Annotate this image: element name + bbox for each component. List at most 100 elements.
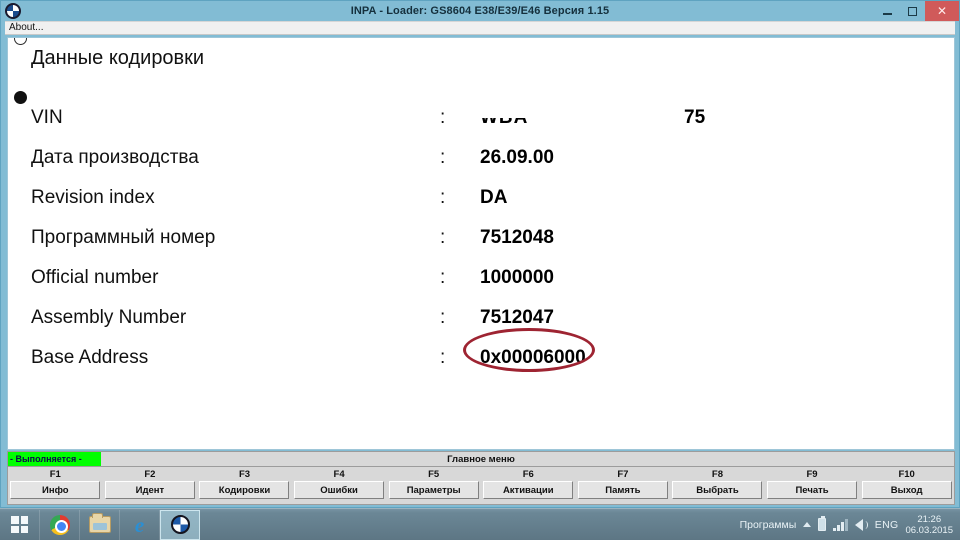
row-value: DA	[480, 187, 508, 208]
clock-time: 21:26	[917, 513, 942, 525]
fkey-label: F6	[522, 469, 534, 480]
bmw-roundel-icon	[170, 515, 190, 534]
fkey-cell-f2: F2 Идент	[103, 467, 198, 504]
maximize-icon	[908, 6, 917, 16]
fkey-label: F8	[711, 469, 723, 480]
fkey-cell-f3: F3 Кодировки	[197, 467, 292, 504]
menu-bar: About...	[5, 21, 955, 35]
fkey-button-memory[interactable]: Память	[577, 481, 668, 499]
coding-data-rows: VIN : WBA 75 Дата производства : 26.09.0…	[8, 98, 954, 378]
minimize-icon	[883, 12, 892, 15]
fkey-label: F2	[144, 469, 156, 480]
coding-data-panel: Данные кодировки VIN : WBA 75 Дата произ…	[7, 37, 955, 450]
function-key-bar: F1 Инфо F2 Идент F3 Кодировки F4 Ошибки …	[7, 467, 955, 505]
row-value-highlighted: 7512047	[480, 307, 554, 328]
row-label: Дата производства	[31, 147, 199, 168]
fkey-label: F9	[806, 469, 818, 480]
maximize-button[interactable]	[900, 1, 925, 21]
row-value-tail: 75	[684, 107, 706, 128]
battery-icon[interactable]	[818, 516, 827, 531]
fkey-label: F7	[617, 469, 629, 480]
status-menu-title: Главное меню	[447, 453, 515, 465]
row-label: Official number	[31, 267, 159, 288]
taskbar-ie[interactable]: e	[120, 509, 160, 540]
table-row: Дата производства : 26.09.00	[8, 138, 954, 178]
chrome-icon	[49, 514, 70, 535]
row-separator: :	[440, 307, 446, 328]
fkey-cell-f5: F5 Параметры	[386, 467, 481, 504]
fkey-label: F10	[898, 469, 915, 480]
chevron-up-icon[interactable]	[803, 522, 812, 527]
row-separator: :	[440, 267, 446, 288]
language-indicator[interactable]: ENG	[875, 519, 899, 531]
internet-explorer-icon: e	[134, 512, 145, 537]
window-controls: ✕	[875, 1, 959, 21]
radio-indicator-unselected[interactable]	[14, 38, 27, 45]
windows-logo-icon	[11, 516, 28, 533]
row-label: Base Address	[31, 347, 149, 368]
table-row: Программный номер : 7512048	[8, 218, 954, 258]
bmw-roundel-icon	[5, 3, 21, 19]
fkey-cell-f6: F6 Активации	[481, 467, 576, 504]
row-separator: :	[440, 227, 446, 248]
minimize-button[interactable]	[875, 1, 900, 21]
menu-item-about[interactable]: About...	[5, 22, 47, 34]
vin-value-wrapper: WBA 75	[480, 107, 740, 129]
table-row: Base Address : 0x00006000	[8, 338, 954, 378]
window-title: INPA - Loader: GS8604 E38/E39/E46 Версия…	[350, 5, 610, 17]
fkey-button-coding[interactable]: Кодировки	[199, 481, 290, 499]
fkey-cell-f4: F4 Ошибки	[292, 467, 387, 504]
table-row: Revision index : DA	[8, 178, 954, 218]
fkey-button-print[interactable]: Печать	[767, 481, 858, 499]
inpa-window: INPA - Loader: GS8604 E38/E39/E46 Версия…	[0, 0, 960, 508]
row-separator: :	[440, 347, 446, 368]
taskbar-inpa[interactable]	[160, 509, 200, 540]
fkey-label: F1	[49, 469, 61, 480]
row-value: WBA	[480, 107, 529, 128]
fkey-cell-f9: F9 Печать	[765, 467, 860, 504]
fkey-cell-f1: F1 Инфо	[8, 467, 103, 504]
taskbar: e Программы ENG 21:26 06.03.2015	[0, 508, 960, 540]
clock-date: 06.03.2015	[905, 524, 953, 536]
table-row-assembly-number: Assembly Number : 7512047	[8, 298, 954, 338]
fkey-button-info[interactable]: Инфо	[10, 481, 101, 499]
fkey-button-parameters[interactable]: Параметры	[388, 481, 479, 499]
row-value: 26.09.00	[480, 147, 554, 168]
fkey-button-activations[interactable]: Активации	[483, 481, 574, 499]
window-titlebar[interactable]: INPA - Loader: GS8604 E38/E39/E46 Версия…	[1, 1, 959, 21]
row-separator: :	[440, 187, 446, 208]
tray-programs-label[interactable]: Программы	[740, 519, 797, 531]
row-separator: :	[440, 107, 446, 128]
fkey-button-errors[interactable]: Ошибки	[294, 481, 385, 499]
row-value: 0x00006000	[480, 347, 586, 368]
row-separator: :	[440, 147, 446, 168]
fkey-button-select[interactable]: Выбрать	[672, 481, 763, 499]
row-label: VIN	[31, 107, 63, 128]
page-title: Данные кодировки	[31, 47, 205, 69]
taskbar-chrome[interactable]	[40, 509, 80, 540]
folder-icon	[88, 513, 111, 533]
taskbar-explorer[interactable]	[80, 509, 120, 540]
close-button[interactable]: ✕	[925, 1, 959, 21]
table-row: VIN : WBA 75	[8, 98, 954, 138]
clock[interactable]: 21:26 06.03.2015	[905, 514, 953, 536]
fkey-cell-f7: F7 Память	[576, 467, 671, 504]
system-tray: Программы ENG 21:26 06.03.2015	[740, 514, 960, 536]
volume-icon[interactable]	[854, 518, 868, 531]
fkey-label: F3	[238, 469, 251, 480]
fkey-button-ident[interactable]: Идент	[104, 481, 195, 499]
status-bar: - Выполняется - Главное меню	[7, 451, 955, 467]
row-label: Revision index	[31, 187, 155, 208]
fkey-label: F4	[333, 469, 345, 480]
fkey-label: F5	[428, 469, 440, 480]
row-label: Программный номер	[31, 227, 216, 248]
table-row: Official number : 1000000	[8, 258, 954, 298]
row-value: 7512048	[480, 227, 554, 248]
fkey-cell-f8: F8 Выбрать	[670, 467, 765, 504]
start-button[interactable]	[0, 509, 40, 540]
fkey-cell-f10: F10 Выход	[859, 467, 954, 504]
fkey-button-exit[interactable]: Выход	[861, 481, 952, 499]
signal-icon[interactable]	[833, 518, 848, 531]
row-label: Assembly Number	[31, 307, 187, 328]
row-value: 1000000	[480, 267, 554, 288]
